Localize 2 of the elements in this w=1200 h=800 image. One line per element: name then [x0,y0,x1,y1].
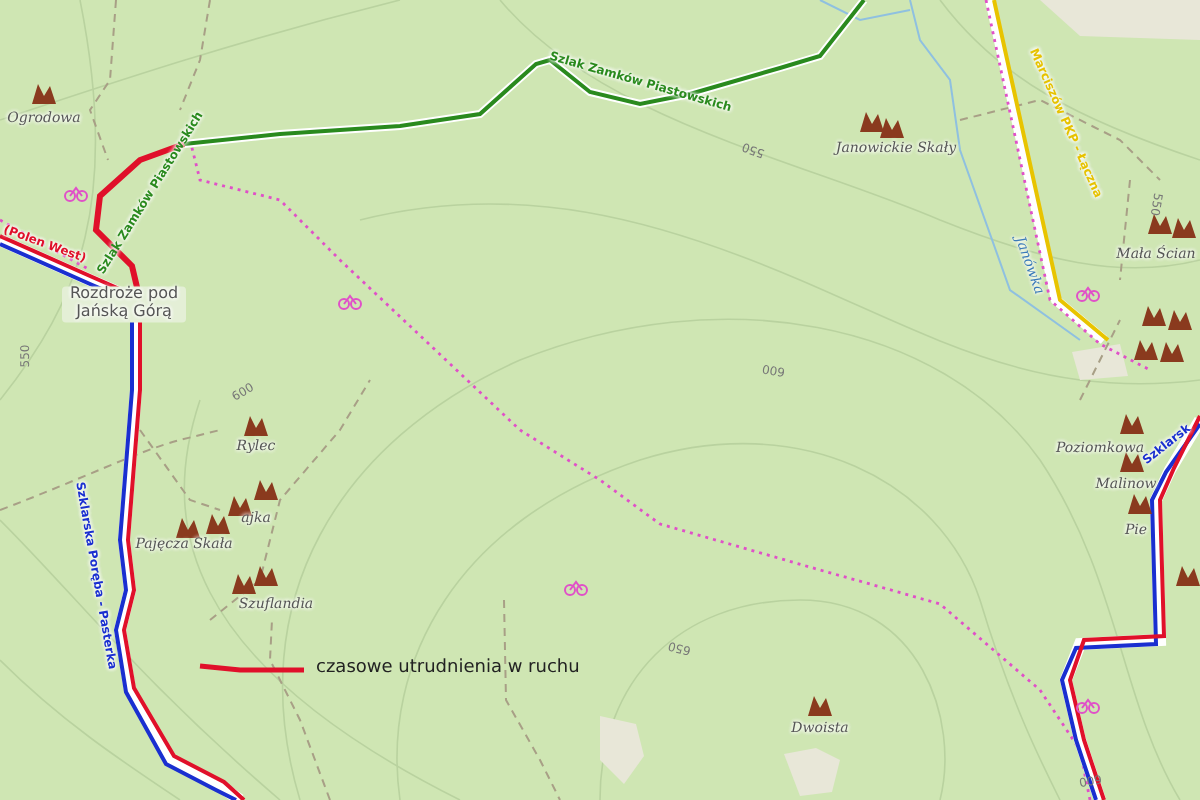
legend-label: czasowe utrudnienia w ruchu [316,658,580,678]
place-label: Rozdroże pod Jańską Górą [62,286,186,322]
